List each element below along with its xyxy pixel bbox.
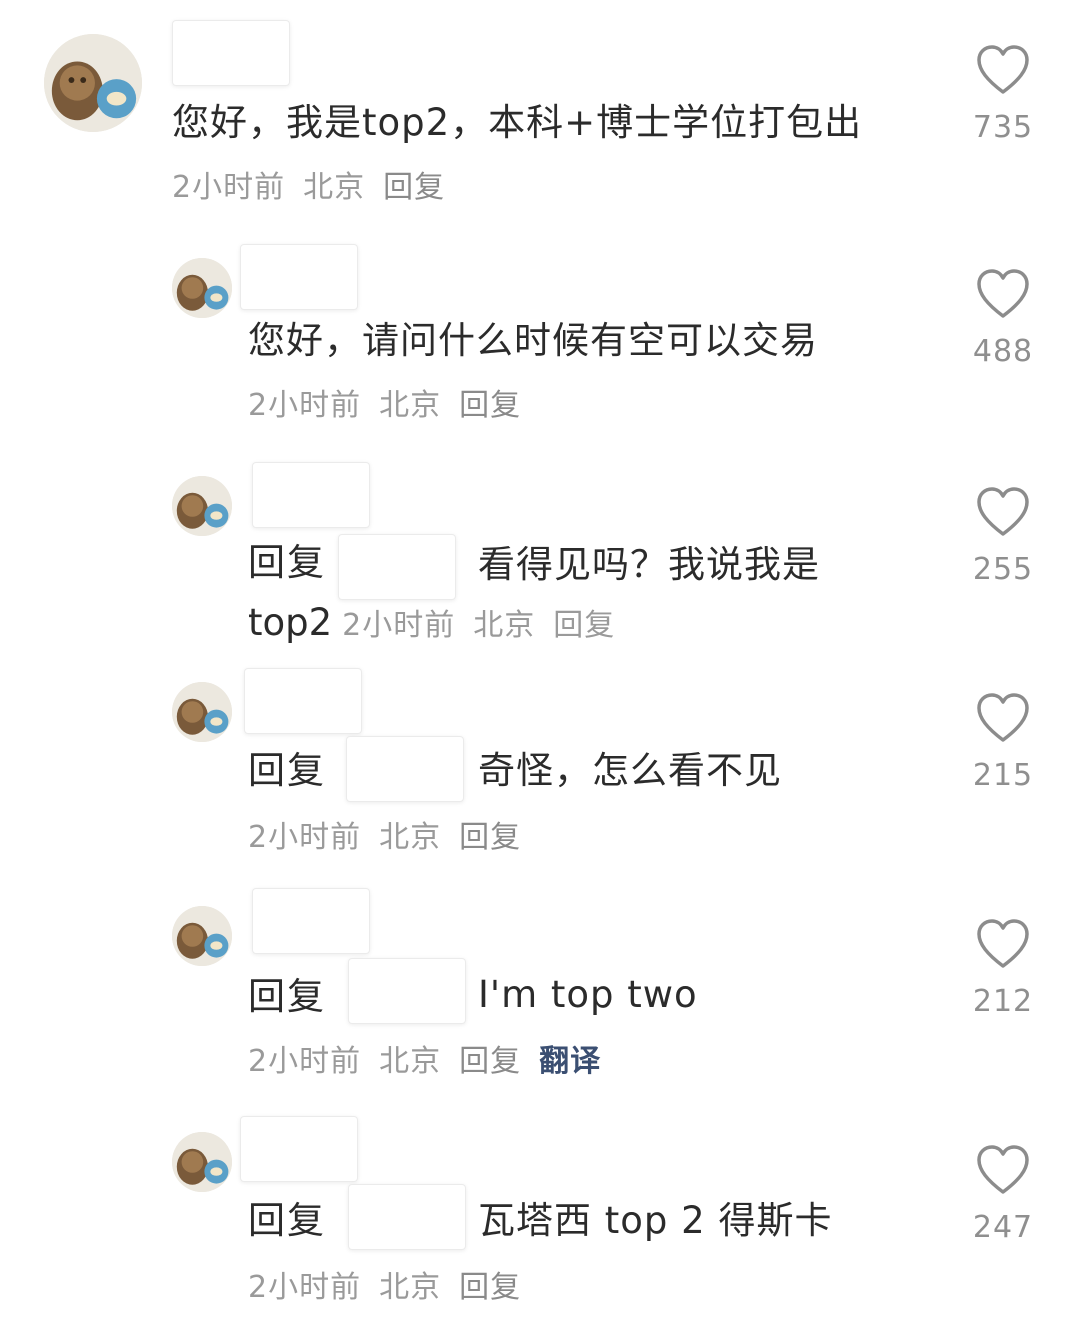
reply-item: 回复 奇怪，怎么看不见 2小时前 北京 回复 215 xyxy=(0,664,1080,874)
reply-prefix: 回复 xyxy=(248,975,326,1018)
like-count: 215 xyxy=(972,758,1034,793)
like-count: 212 xyxy=(972,984,1034,1019)
comment-meta: 2小时前 北京 回复 翻译 xyxy=(248,1042,619,1082)
reply-prefix: 回复 xyxy=(248,1199,326,1242)
comment-time: 2小时前 xyxy=(248,1044,362,1079)
like-count: 255 xyxy=(972,552,1034,587)
username-redacted[interactable] xyxy=(244,668,362,734)
heart-outline-icon xyxy=(977,45,1029,94)
like-button[interactable]: 247 xyxy=(968,1144,1038,1245)
avatar-image xyxy=(172,258,232,318)
avatar-image xyxy=(172,476,232,536)
heart-outline-icon xyxy=(977,269,1029,318)
comment-meta: 2小时前 北京 回复 xyxy=(248,1268,539,1308)
comment-text: I'm top two xyxy=(478,973,698,1016)
reply-item: 回复 看得见吗？我说我是 top2 2小时前 北京 回复 255 xyxy=(0,458,1080,658)
comment-text: 看得见吗？我说我是 xyxy=(478,543,820,586)
like-button[interactable]: 735 xyxy=(968,44,1038,145)
comment-time: 2小时前 xyxy=(248,388,362,423)
like-button[interactable]: 215 xyxy=(968,692,1038,793)
reply-target-redacted[interactable] xyxy=(348,1184,466,1250)
comment-time: 2小时前 xyxy=(172,170,286,205)
comment-location: 北京 xyxy=(303,170,366,205)
comment-item: 您好，我是top2，本科+博士学位打包出 2小时前 北京 回复 735 xyxy=(0,0,1080,225)
reply-target-redacted[interactable] xyxy=(338,534,456,600)
comment-meta: 2小时前 北京 回复 xyxy=(172,168,463,208)
comment-time: 2小时前 xyxy=(248,1270,362,1305)
like-button[interactable]: 488 xyxy=(968,268,1038,369)
comment-time: 2小时前 xyxy=(248,820,362,855)
reply-prefix: 回复 xyxy=(248,541,326,584)
reply-button[interactable]: 回复 xyxy=(459,1270,521,1305)
like-count: 488 xyxy=(972,334,1034,369)
comment-time: 2小时前 xyxy=(342,608,456,643)
reply-item: 回复 I'm top two 2小时前 北京 回复 翻译 212 xyxy=(0,886,1080,1096)
comment-meta: 2小时前 北京 回复 xyxy=(248,818,539,858)
avatar-image xyxy=(172,1132,232,1192)
comment-location: 北京 xyxy=(379,1044,442,1079)
comment-text-continued: top2 xyxy=(248,601,333,644)
comment-location: 北京 xyxy=(379,388,442,423)
avatar-image xyxy=(172,906,232,966)
reply-item: 您好，请问什么时候有空可以交易 2小时前 北京 回复 488 xyxy=(0,240,1080,440)
username-redacted[interactable] xyxy=(252,462,370,528)
heart-outline-icon xyxy=(977,919,1029,968)
reply-target-redacted[interactable] xyxy=(346,736,464,802)
reply-prefix: 回复 xyxy=(248,749,326,792)
reply-item: 回复 瓦塔西 top 2 得斯卡 2小时前 北京 回复 247 xyxy=(0,1112,1080,1334)
username-redacted[interactable] xyxy=(172,20,290,86)
like-button[interactable]: 255 xyxy=(968,486,1038,587)
avatar[interactable] xyxy=(172,476,232,536)
avatar[interactable] xyxy=(172,258,232,318)
like-count: 247 xyxy=(972,1210,1034,1245)
heart-outline-icon xyxy=(977,693,1029,742)
like-count: 735 xyxy=(972,110,1034,145)
comment-list: 您好，我是top2，本科+博士学位打包出 2小时前 北京 回复 735 您好，请问什… xyxy=(0,0,1080,1334)
heart-outline-icon xyxy=(977,1145,1029,1194)
comment-location: 北京 xyxy=(473,608,536,643)
avatar[interactable] xyxy=(172,1132,232,1192)
reply-button[interactable]: 回复 xyxy=(459,1044,521,1079)
avatar[interactable] xyxy=(172,906,232,966)
avatar-image xyxy=(44,34,142,132)
comment-text: 您好，请问什么时候有空可以交易 xyxy=(248,319,818,362)
reply-button[interactable]: 回复 xyxy=(459,388,521,423)
comment-text: 您好，我是top2，本科+博士学位打包出 xyxy=(172,101,863,144)
username-redacted[interactable] xyxy=(252,888,370,954)
comment-text: 瓦塔西 top 2 得斯卡 xyxy=(478,1199,833,1242)
reply-button[interactable]: 回复 xyxy=(553,608,615,643)
like-button[interactable]: 212 xyxy=(968,918,1038,1019)
comment-location: 北京 xyxy=(379,820,442,855)
avatar[interactable] xyxy=(44,34,142,132)
comment-meta: top2 2小时前 北京 回复 xyxy=(248,594,633,652)
reply-target-redacted[interactable] xyxy=(348,958,466,1024)
reply-button[interactable]: 回复 xyxy=(383,170,445,205)
username-redacted[interactable] xyxy=(240,1116,358,1182)
comment-location: 北京 xyxy=(379,1270,442,1305)
avatar-image xyxy=(172,682,232,742)
comment-text: 奇怪，怎么看不见 xyxy=(478,749,782,792)
comment-meta: 2小时前 北京 回复 xyxy=(248,386,539,426)
reply-button[interactable]: 回复 xyxy=(459,820,521,855)
username-redacted[interactable] xyxy=(240,244,358,310)
translate-button[interactable]: 翻译 xyxy=(539,1044,601,1079)
avatar[interactable] xyxy=(172,682,232,742)
heart-outline-icon xyxy=(977,487,1029,536)
